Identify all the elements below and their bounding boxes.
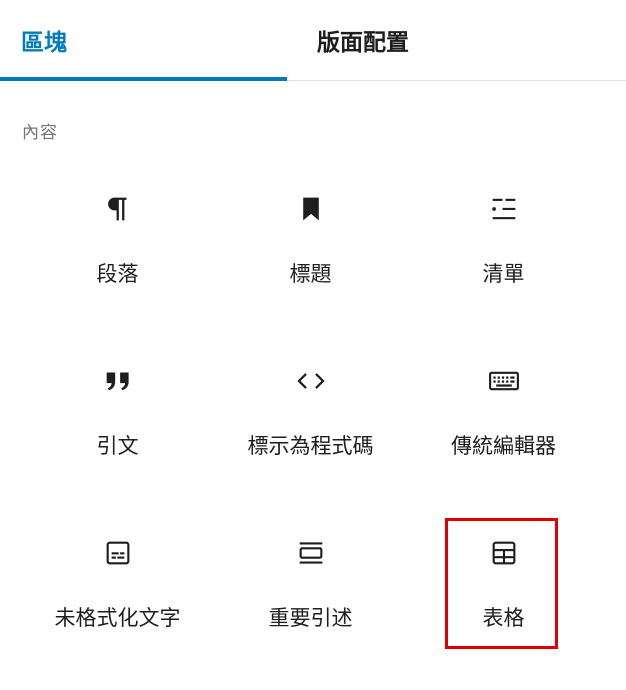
block-list[interactable]: 清單 xyxy=(407,174,600,346)
block-heading[interactable]: 標題 xyxy=(214,174,407,346)
block-paragraph[interactable]: 段落 xyxy=(21,174,214,346)
block-label: 重要引述 xyxy=(268,606,353,630)
block-classic-editor[interactable]: 傳統編輯器 xyxy=(407,346,600,518)
block-label: 表格 xyxy=(482,606,525,630)
block-label: 未格式化文字 xyxy=(54,606,181,630)
block-preformatted[interactable]: 未格式化文字 xyxy=(21,518,214,690)
table-icon xyxy=(487,536,521,570)
block-label: 標示為程式碼 xyxy=(247,434,374,458)
preformatted-icon xyxy=(101,536,135,570)
block-label: 段落 xyxy=(96,262,139,286)
block-code[interactable]: 標示為程式碼 xyxy=(214,346,407,518)
list-icon xyxy=(487,192,521,226)
block-inserter-panel: 區塊 版面配置 內容 段落 標題 清單 引文 標示為程式碼 傳統編輯器 未格式化… xyxy=(0,0,626,690)
block-label: 傳統編輯器 xyxy=(451,434,556,458)
block-label: 清單 xyxy=(482,262,525,286)
tab-blocks-label: 區塊 xyxy=(21,29,67,56)
block-grid: 段落 標題 清單 引文 標示為程式碼 傳統編輯器 未格式化文字 重要引述 表格 xyxy=(21,174,601,690)
category-title: 內容 xyxy=(22,123,58,143)
block-table[interactable]: 表格 xyxy=(407,518,600,690)
block-pullquote[interactable]: 重要引述 xyxy=(214,518,407,690)
block-label: 標題 xyxy=(289,262,332,286)
block-label: 引文 xyxy=(96,434,139,458)
quote-icon xyxy=(101,364,135,398)
pullquote-icon xyxy=(294,536,328,570)
tab-blocks[interactable]: 區塊 xyxy=(0,0,287,81)
block-quote[interactable]: 引文 xyxy=(21,346,214,518)
heading-bookmark-icon xyxy=(294,192,328,226)
tab-layout[interactable]: 版面配置 xyxy=(287,0,626,80)
tab-layout-label: 版面配置 xyxy=(317,30,409,56)
keyboard-icon xyxy=(487,364,521,398)
code-icon xyxy=(294,364,328,398)
inserter-tabs: 區塊 版面配置 xyxy=(0,0,626,81)
paragraph-icon xyxy=(101,192,135,226)
